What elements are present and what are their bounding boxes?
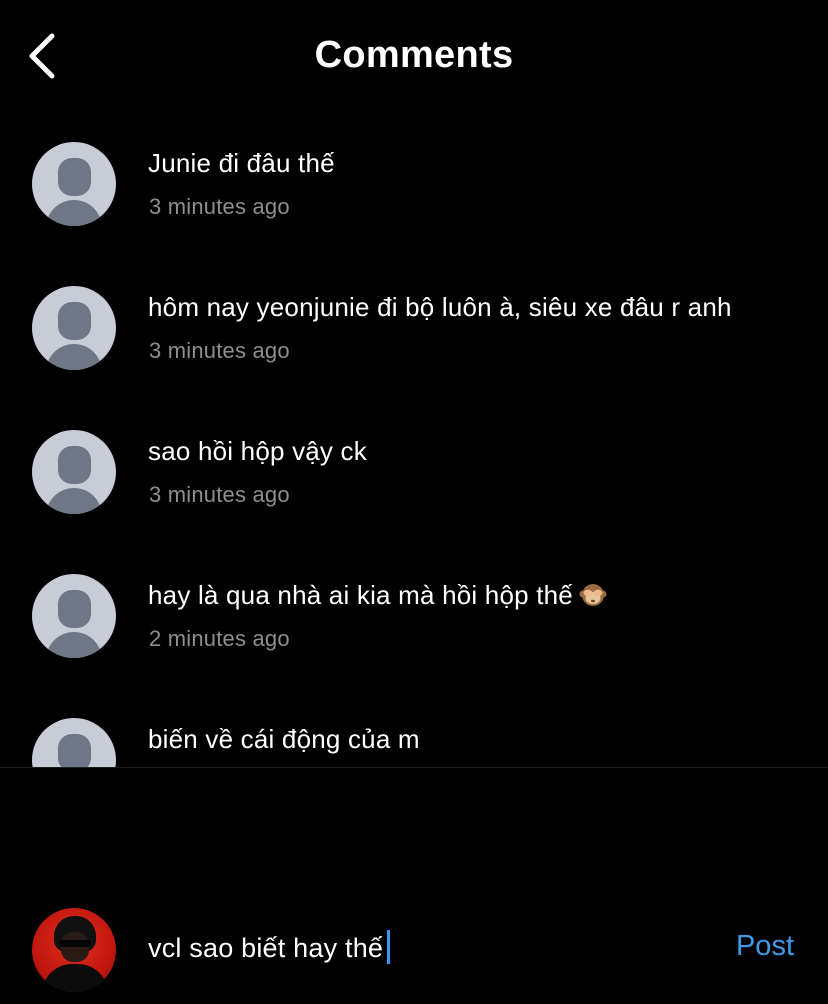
comment-item: sao hồi hộp vậy ck 3 minutes ago	[0, 400, 828, 544]
comments-screen: Comments Junie đi đâu thế 3 minutes ago …	[0, 0, 828, 1004]
page-title: Comments	[314, 34, 514, 76]
comment-timestamp: 2 minutes ago	[149, 626, 290, 651]
avatar[interactable]	[32, 286, 116, 370]
comment-text: hôm nay yeonjunie đi bộ luôn à, siêu xe …	[148, 292, 732, 322]
comment-item: Junie đi đâu thế 3 minutes ago	[0, 112, 828, 256]
comment-text: Junie đi đâu thế	[148, 148, 335, 178]
comment-input-value: vcl sao biết hay thế	[148, 933, 384, 963]
comment-text-row: hay là qua nhà ai kia mà hồi hộp thế	[148, 580, 607, 611]
comment-text: hay là qua nhà ai kia mà hồi hộp thế	[148, 580, 573, 610]
current-user-avatar	[32, 908, 116, 992]
comment-text: biến về cái động của m	[148, 724, 420, 754]
comment-timestamp: 3 minutes ago	[149, 482, 290, 507]
avatar[interactable]	[32, 574, 116, 658]
avatar-placeholder-icon	[58, 734, 91, 767]
comment-timestamp: 3 minutes ago	[149, 338, 290, 363]
avatar-placeholder-icon	[58, 446, 91, 484]
avatar[interactable]	[32, 142, 116, 226]
avatar-placeholder-icon	[58, 590, 91, 628]
comment-item: hay là qua nhà ai kia mà hồi hộp thế 2 m…	[0, 544, 828, 688]
comment-text: sao hồi hộp vậy ck	[148, 436, 367, 466]
comment-composer: vcl sao biết hay thế Post	[0, 890, 828, 1004]
divider	[0, 767, 828, 768]
text-caret	[387, 930, 391, 964]
comment-item: biến về cái động của m	[0, 688, 828, 767]
comment-input[interactable]: vcl sao biết hay thế	[148, 930, 708, 970]
comment-timestamp: 3 minutes ago	[149, 194, 290, 219]
avatar-placeholder-icon	[58, 302, 91, 340]
avatar[interactable]	[32, 718, 116, 767]
avatar[interactable]	[32, 430, 116, 514]
comments-list[interactable]: Junie đi đâu thế 3 minutes ago hôm nay y…	[0, 112, 828, 767]
comment-item: hôm nay yeonjunie đi bộ luôn à, siêu xe …	[0, 256, 828, 400]
header: Comments	[0, 0, 828, 112]
post-button[interactable]: Post	[736, 930, 794, 963]
avatar-placeholder-icon	[58, 158, 91, 196]
see-no-evil-monkey-icon	[579, 584, 607, 606]
